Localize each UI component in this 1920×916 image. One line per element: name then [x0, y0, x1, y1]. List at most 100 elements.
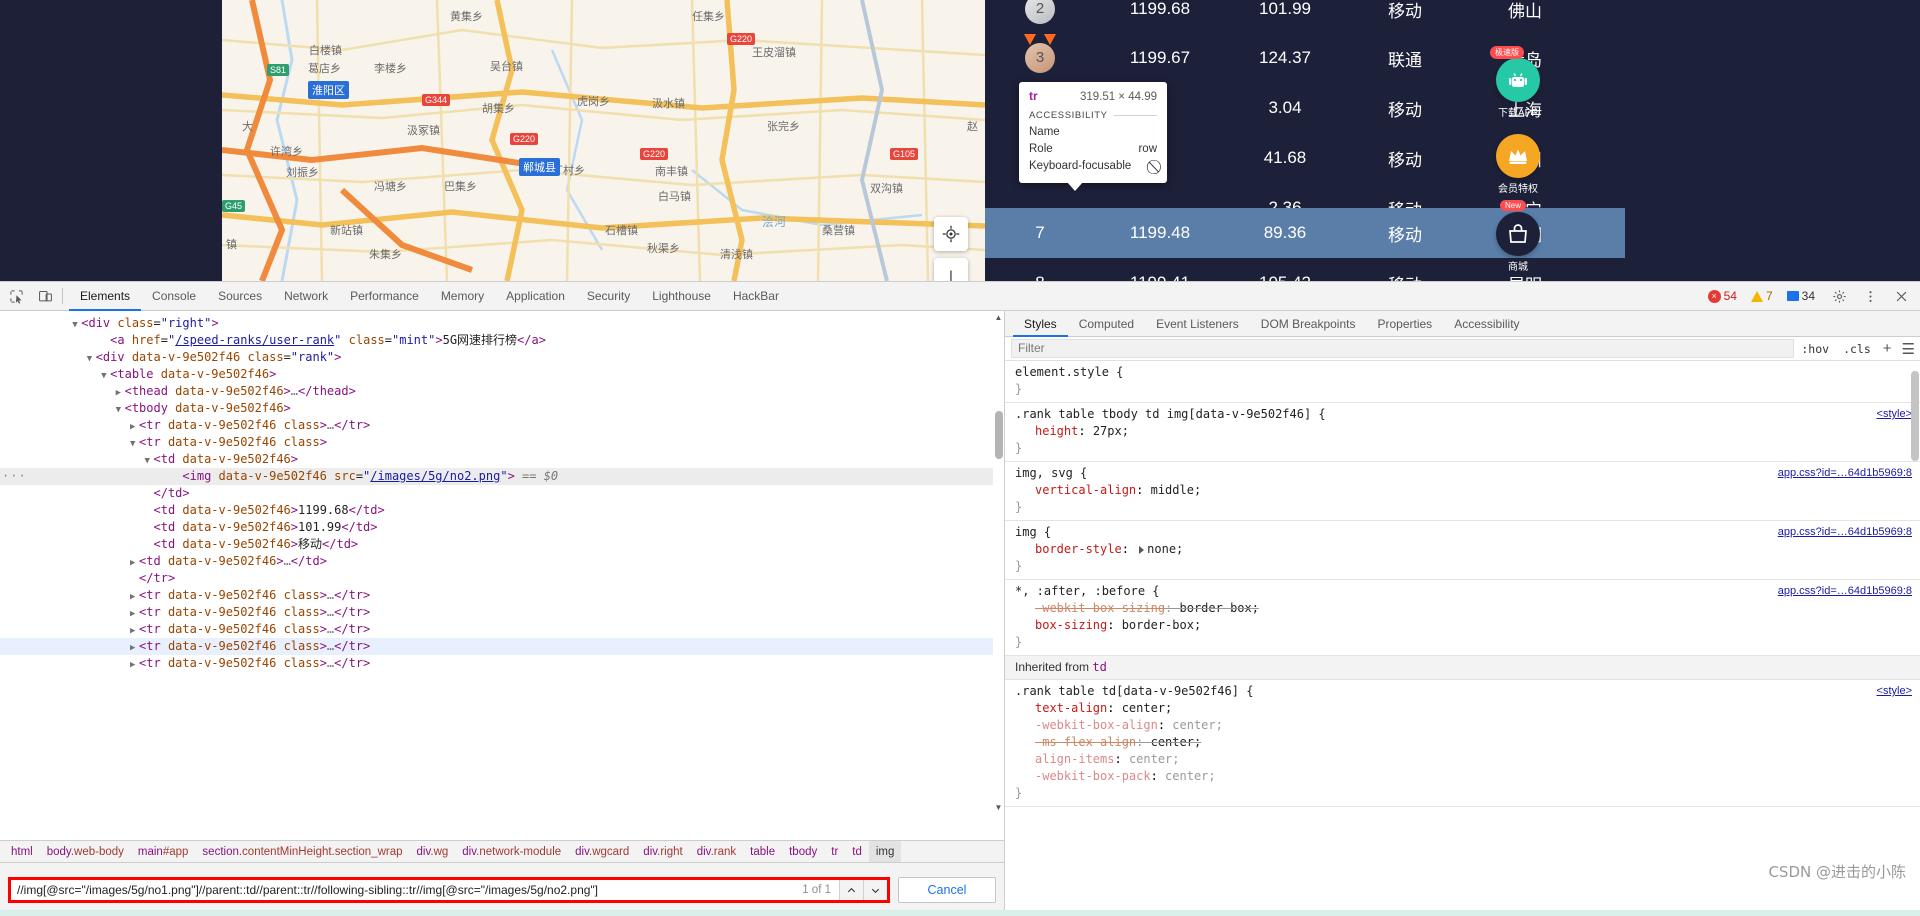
tab-security[interactable]: Security	[576, 282, 641, 311]
style-property[interactable]: -webkit-box-align: center;	[1015, 717, 1920, 734]
close-icon[interactable]	[1888, 283, 1914, 309]
style-property-value[interactable]: center;	[1151, 735, 1202, 749]
styles-scrollbar[interactable]	[1909, 361, 1920, 916]
cls-toggle[interactable]: .cls	[1836, 342, 1878, 356]
breadcrumb-item-section[interactable]: section.contentMinHeight.section_wrap	[195, 841, 409, 862]
message-count[interactable]: 34	[1781, 289, 1821, 303]
error-count[interactable]: × 54	[1702, 289, 1743, 303]
scroll-down-icon[interactable]: ▼	[993, 801, 1004, 813]
expand-triangle-right-icon[interactable]	[1139, 545, 1145, 554]
dom-tree-node[interactable]: <td data-v-9e502f46>101.99</td>	[0, 519, 1004, 536]
style-selector[interactable]: .rank table td[data-v-9e502f46] {	[1015, 683, 1920, 700]
kebab-menu-icon[interactable]	[1857, 283, 1883, 309]
breadcrumb-item-td[interactable]: td	[845, 841, 869, 862]
scrollbar-thumb[interactable]	[995, 411, 1003, 459]
style-source-link[interactable]: app.css?id=…64d1b5969:8	[1778, 524, 1912, 541]
breadcrumb-item-div[interactable]: div.wg	[410, 841, 456, 862]
rail-item-member-privilege[interactable]: 会员特权	[1492, 134, 1544, 195]
style-selector[interactable]: .rank table tbody td img[data-v-9e502f46…	[1015, 406, 1920, 423]
tab-styles[interactable]: Styles	[1013, 311, 1068, 337]
tab-dom-breakpoints[interactable]: DOM Breakpoints	[1250, 311, 1367, 337]
breadcrumb-item-div[interactable]: div.rank	[690, 841, 743, 862]
tab-accessibility[interactable]: Accessibility	[1443, 311, 1530, 337]
dom-tree-node[interactable]: ▶ <thead data-v-9e502f46>…</thead>	[0, 383, 1004, 400]
search-field-wrapper[interactable]: 1 of 1	[8, 877, 890, 903]
style-rule-1[interactable]: <style> .rank table tbody td img[data-v-9…	[1005, 403, 1920, 462]
style-source-link[interactable]: app.css?id=…64d1b5969:8	[1778, 465, 1912, 482]
tab-network[interactable]: Network	[273, 282, 339, 311]
style-property-value[interactable]: border-box;	[1122, 618, 1201, 632]
style-rule-2[interactable]: app.css?id=…64d1b5969:8 img, svg {vertica…	[1005, 462, 1920, 521]
dom-tree-node[interactable]: ▶ <td data-v-9e502f46>…</td>	[0, 553, 1004, 570]
style-selector[interactable]: element.style {	[1015, 364, 1920, 381]
map-canvas[interactable]: 黄集乡 任集乡 白楼镇 葛店乡 李楼乡 吴台镇 王皮溜镇 胡集乡 虎岗乡 汲水镇…	[222, 0, 985, 281]
locate-button[interactable]	[934, 217, 968, 251]
inherited-tag[interactable]: td	[1092, 660, 1106, 674]
style-property[interactable]: height: 27px;	[1015, 423, 1920, 440]
styles-rules-list[interactable]: element.style {} <style> .rank table tbody…	[1005, 361, 1920, 916]
warning-count[interactable]: 7	[1745, 289, 1779, 303]
style-property-value[interactable]: middle;	[1151, 483, 1202, 497]
scroll-up-icon[interactable]: ▲	[993, 311, 1004, 323]
style-source-link[interactable]: app.css?id=…64d1b5969:8	[1778, 583, 1912, 600]
style-rule-4[interactable]: app.css?id=…64d1b5969:8 *, :after, :befor…	[1005, 580, 1920, 656]
dom-tree[interactable]: ▼ <div class="right"> <a href="/speed-ran…	[0, 311, 1004, 813]
dom-tree-node[interactable]: ▼ <div class="right">	[0, 315, 1004, 332]
dom-tree-node[interactable]: ▼ <td data-v-9e502f46>	[0, 451, 1004, 468]
tab-computed[interactable]: Computed	[1068, 311, 1145, 337]
tab-elements[interactable]: Elements	[69, 282, 141, 311]
scrollbar-thumb[interactable]	[1911, 371, 1919, 461]
style-property-value[interactable]: center;	[1122, 701, 1173, 715]
device-toolbar-icon[interactable]	[32, 283, 58, 309]
tab-performance[interactable]: Performance	[339, 282, 430, 311]
styles-more-icon[interactable]: ☰	[1897, 340, 1920, 358]
dom-tree-node[interactable]: </tr>	[0, 570, 1004, 587]
zoom-control[interactable]: |	[934, 258, 968, 281]
breadcrumb-item-html[interactable]: html	[4, 841, 40, 862]
style-property-value[interactable]: 27px;	[1093, 424, 1129, 438]
style-property[interactable]: -webkit-box-pack: center;	[1015, 768, 1920, 785]
dom-tree-node[interactable]: ▼ <tbody data-v-9e502f46>	[0, 400, 1004, 417]
style-property-value[interactable]: none;	[1147, 542, 1183, 556]
style-property[interactable]: -ms-flex-align: center;	[1015, 734, 1920, 751]
breadcrumb[interactable]: html body.web-body main#app section.content…	[0, 840, 1004, 862]
breadcrumb-item-img[interactable]: img	[868, 841, 902, 862]
style-property-value[interactable]: center;	[1165, 769, 1216, 783]
dom-tree-node[interactable]: ▶ <tr data-v-9e502f46 class>…</tr>	[0, 417, 1004, 434]
style-source-link[interactable]: <style>	[1877, 406, 1912, 423]
breadcrumb-item-main[interactable]: main#app	[131, 841, 196, 862]
style-rule-0[interactable]: element.style {}	[1005, 361, 1920, 403]
dom-tree-node[interactable]: ▶ <tr data-v-9e502f46 class>…</tr>	[0, 621, 1004, 638]
rail-item-download-app[interactable]: 极速版 下载APP	[1490, 46, 1544, 119]
dom-tree-node[interactable]: ▼ <div data-v-9e502f46 class="rank">	[0, 349, 1004, 366]
search-next-button[interactable]	[863, 880, 887, 900]
dom-tree-node[interactable]: </td>	[0, 485, 1004, 502]
dom-tree-node[interactable]: ··· <img data-v-9e502f46 src= "/images/5g…	[0, 468, 1004, 485]
table-row[interactable]: 2 1199.68 101.99 移动 佛山	[985, 0, 1625, 34]
breadcrumb-item-div[interactable]: div.wgcard	[568, 841, 636, 862]
rail-item-shop[interactable]: New 商城	[1492, 200, 1544, 273]
breadcrumb-item-tbody[interactable]: tbody	[782, 841, 824, 862]
tab-application[interactable]: Application	[495, 282, 576, 311]
tab-console[interactable]: Console	[141, 282, 207, 311]
dom-token[interactable]: /images/5g/no2.png	[370, 469, 500, 483]
dom-tree-node[interactable]: <td data-v-9e502f46>1199.68</td>	[0, 502, 1004, 519]
style-property[interactable]: border-style: none;	[1015, 541, 1920, 558]
breadcrumb-item-body[interactable]: body.web-body	[40, 841, 131, 862]
tab-memory[interactable]: Memory	[430, 282, 495, 311]
dom-tree-node[interactable]: ▼ <tr data-v-9e502f46 class>	[0, 434, 1004, 451]
new-style-rule-button[interactable]: +	[1878, 340, 1897, 357]
dom-tree-node[interactable]: ▶ <tr data-v-9e502f46 class>…</tr>	[0, 638, 1004, 655]
tab-sources[interactable]: Sources	[207, 282, 273, 311]
gear-icon[interactable]	[1826, 283, 1852, 309]
breadcrumb-item-tr[interactable]: tr	[824, 841, 845, 862]
style-rule-3[interactable]: app.css?id=…64d1b5969:8 img {border-style…	[1005, 521, 1920, 580]
dom-tree-node[interactable]: ▶ <tr data-v-9e502f46 class>…</tr>	[0, 587, 1004, 604]
style-source-link[interactable]: <style>	[1877, 683, 1912, 700]
style-property[interactable]: text-align: center;	[1015, 700, 1920, 717]
hov-toggle[interactable]: :hov	[1794, 342, 1836, 356]
breadcrumb-item-div[interactable]: div.network-module	[455, 841, 568, 862]
dom-token[interactable]: /speed-ranks/user-rank	[175, 333, 334, 347]
style-property[interactable]: align-items: center;	[1015, 751, 1920, 768]
dom-tree-node[interactable]: ▼ <table data-v-9e502f46>	[0, 366, 1004, 383]
